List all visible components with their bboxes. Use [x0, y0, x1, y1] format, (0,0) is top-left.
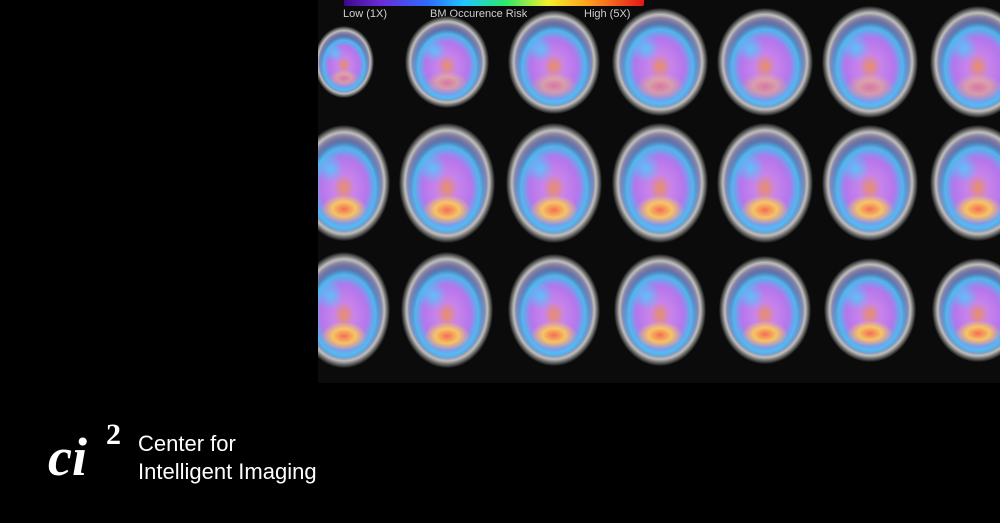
brain-slice — [930, 125, 1000, 241]
brain-slice — [401, 252, 493, 368]
brain-slice — [614, 254, 706, 366]
brain-slice — [824, 258, 916, 362]
brain-slice — [932, 258, 1000, 362]
brain-slice — [508, 254, 600, 366]
brain-slice — [405, 16, 489, 108]
logo-line-2: Intelligent Imaging — [138, 459, 317, 484]
brain-heatmap-figure: Low (1X) BM Occurence Risk High (5X) — [318, 0, 1000, 383]
brain-slice — [399, 123, 495, 243]
ci2-logo: ci 2 Center for Intelligent Imaging — [46, 420, 346, 494]
brain-slice — [930, 6, 1000, 118]
brain-slice — [717, 123, 813, 243]
brain-slice — [318, 252, 390, 368]
brain-slice — [612, 123, 708, 243]
brain-slice — [506, 123, 602, 243]
brain-slice — [508, 10, 600, 114]
brain-slice — [612, 8, 708, 116]
brain-slice — [822, 6, 918, 118]
logo-line-1: Center for — [138, 431, 236, 456]
logo-letters: ci — [48, 427, 87, 487]
brain-slice — [318, 26, 374, 98]
brain-slice — [318, 125, 390, 241]
brain-slices — [318, 6, 1000, 368]
logo-superscript: 2 — [106, 418, 121, 451]
brain-slice — [717, 8, 813, 116]
logo-wordmark: Center for Intelligent Imaging — [138, 430, 317, 486]
brain-slice — [822, 125, 918, 241]
brain-slice — [719, 256, 811, 364]
